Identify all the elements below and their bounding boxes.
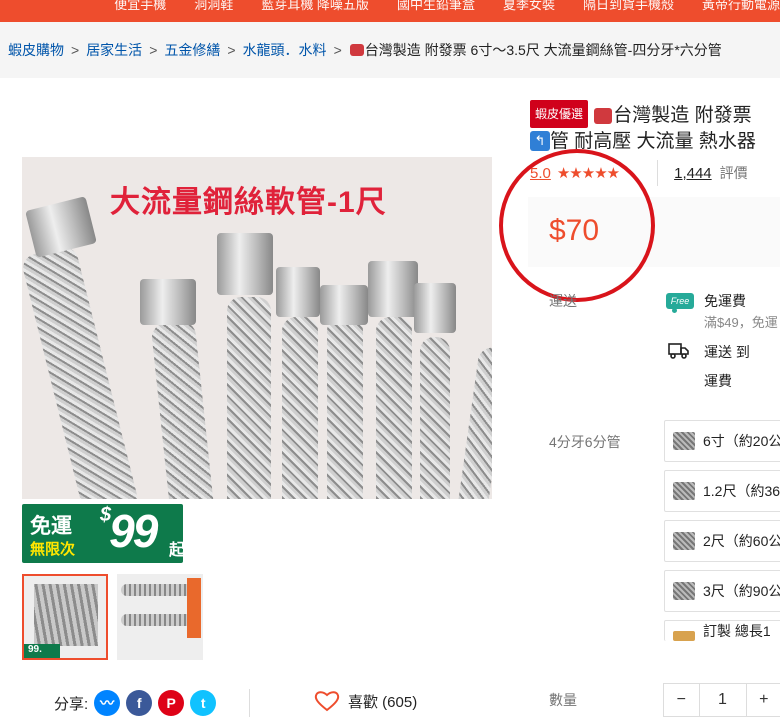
like-button[interactable]: 喜歡 (605) xyxy=(314,690,417,712)
chevron-right-icon: > xyxy=(333,42,342,58)
facebook-icon[interactable]: f xyxy=(126,690,153,716)
phone-icon: ↰ xyxy=(530,131,550,151)
free-shipping-title: 免運費 xyxy=(704,293,746,309)
quantity-input[interactable]: 1 xyxy=(698,684,747,716)
breadcrumb-link[interactable]: 水龍頭．水料 xyxy=(243,40,327,60)
toolbox-emoji-icon xyxy=(594,107,613,124)
free-shipping-icon: Free xyxy=(666,293,694,313)
pinterest-icon[interactable]: P xyxy=(158,690,185,716)
variant-option[interactable]: 6寸（約20公 xyxy=(664,420,780,462)
breadcrumb-link[interactable]: 居家生活 xyxy=(86,40,142,60)
rating-label: 評價 xyxy=(719,165,748,181)
free-shipping-condition: 滿$49，免運 xyxy=(704,315,778,330)
quantity-stepper: − 1 + xyxy=(663,683,780,717)
divider xyxy=(249,689,250,717)
chevron-right-icon: > xyxy=(227,42,236,58)
share-row: 分享: 〰 f P t xyxy=(54,690,217,716)
top-link[interactable]: 便宜手機 xyxy=(114,0,166,13)
variant-thumbnail xyxy=(673,631,695,641)
annotation-circle xyxy=(499,149,655,302)
top-link[interactable]: 黃帝行動電源 xyxy=(702,0,780,13)
breadcrumb-link[interactable]: 蝦皮購物 xyxy=(8,40,64,60)
top-link[interactable]: 藍芽耳機 降噪五版 xyxy=(261,0,369,13)
preferred-badge: 蝦皮優選 xyxy=(530,100,589,128)
breadcrumb: 蝦皮購物 > 居家生活 > 五金修繕 > 水龍頭．水料 > 台灣製造 附發票 6… xyxy=(8,38,780,62)
quantity-label: 數量 xyxy=(549,692,577,708)
truck-icon xyxy=(668,343,689,359)
thumbnail-selected[interactable]: 99. xyxy=(22,574,108,660)
variant-option[interactable]: 3尺（約90公 xyxy=(664,570,780,612)
toolbox-emoji-icon xyxy=(349,44,364,56)
top-link[interactable]: 洞洞鞋 xyxy=(194,0,233,13)
variant-option[interactable]: 2尺（約60公 xyxy=(664,520,780,562)
share-label: 分享: xyxy=(54,695,89,713)
product-title: 蝦皮優選 台灣製造 附發票 ↰ 管 耐高壓 大流量 熱水器 xyxy=(530,100,780,155)
twitter-icon[interactable]: t xyxy=(190,690,217,716)
heart-icon xyxy=(314,691,340,712)
free-shipping-banner: 免運 無限次 $99 起 xyxy=(22,504,185,563)
product-main-image[interactable]: 大流量鋼絲軟管-1尺 xyxy=(22,157,492,499)
shipping-label: 運送 xyxy=(549,293,577,309)
decrement-button[interactable]: − xyxy=(664,684,699,716)
variant-thumbnail xyxy=(673,432,695,450)
top-link[interactable]: 隔日到貨手機殼 xyxy=(583,0,674,13)
rating-count[interactable]: 1,444 xyxy=(674,165,712,182)
image-caption: 大流量鋼絲軟管-1尺 xyxy=(110,186,387,219)
shipping-fee-label: 運費 xyxy=(704,373,732,389)
chevron-right-icon: > xyxy=(149,42,158,58)
top-nav-bar: 便宜手機 洞洞鞋 藍芽耳機 降噪五版 國中生鉛筆盒 夏季女裝 隔日到貨手機殼 黃… xyxy=(0,0,780,22)
breadcrumb-link[interactable]: 五金修繕 xyxy=(164,40,220,60)
thumbnail[interactable] xyxy=(117,574,203,660)
variant-thumbnail xyxy=(673,532,695,550)
variant-label: 4分牙6分管 xyxy=(549,434,621,450)
variant-option[interactable]: 訂製 總長1 xyxy=(664,620,780,641)
like-count: 喜歡 (605) xyxy=(348,693,418,711)
variant-thumbnail xyxy=(673,482,695,500)
increment-button[interactable]: + xyxy=(747,684,780,716)
messenger-icon[interactable]: 〰 xyxy=(94,690,121,716)
chevron-right-icon: > xyxy=(71,42,80,58)
breadcrumb-current: 台灣製造 附發票 6寸～3.5尺 大流量鋼絲管-四分牙*六分管 xyxy=(364,42,722,58)
top-link[interactable]: 夏季女裝 xyxy=(503,0,555,13)
variant-option[interactable]: 1.2尺（約36 xyxy=(664,470,780,512)
top-link[interactable]: 國中生鉛筆盒 xyxy=(397,0,475,13)
variant-thumbnail xyxy=(673,582,695,600)
ship-to-label[interactable]: 運送 到 xyxy=(704,342,750,362)
